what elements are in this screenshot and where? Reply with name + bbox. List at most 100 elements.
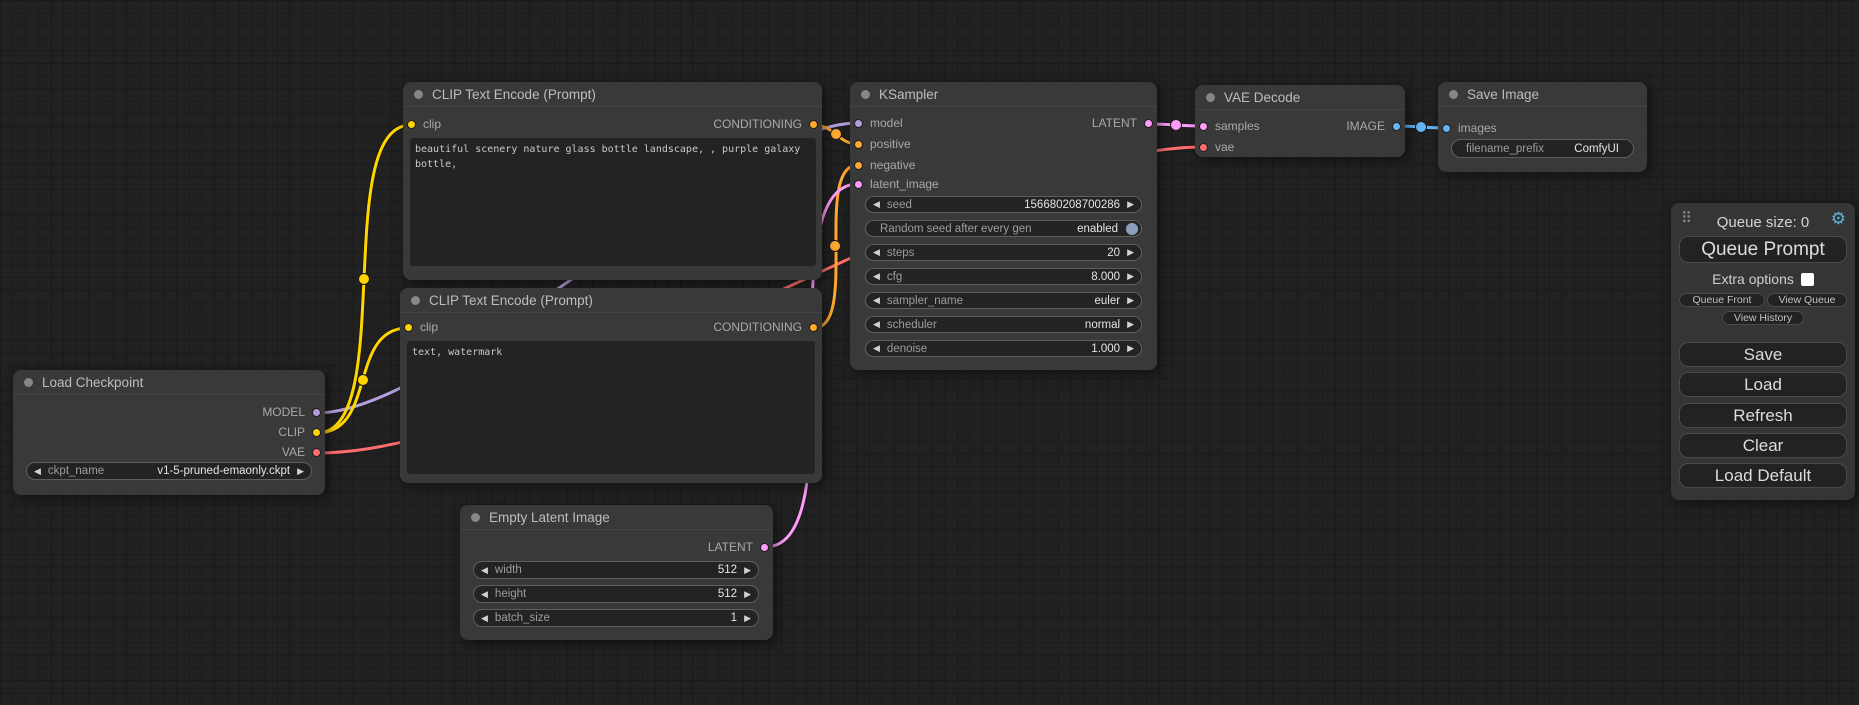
decrement-arrow-icon[interactable]: ◀ <box>873 320 880 329</box>
node-load-checkpoint[interactable]: Load Checkpoint MODEL CLIP VAE ◀ ckpt_na… <box>13 370 325 495</box>
conditioning-slot-dot[interactable] <box>809 120 818 129</box>
widget-label: filename_prefix <box>1466 143 1544 155</box>
decrement-arrow-icon[interactable]: ◀ <box>481 566 488 575</box>
latent-slot-dot[interactable] <box>1199 122 1208 131</box>
random-seed-toggle-widget[interactable]: Random seed after every gen enabled <box>865 220 1142 237</box>
queue-prompt-button[interactable]: Queue Prompt <box>1679 236 1847 263</box>
node-clip-text-encode-negative[interactable]: CLIP Text Encode (Prompt) clip CONDITION… <box>400 288 822 483</box>
load-button[interactable]: Load <box>1679 372 1847 397</box>
widget-value: 156680208700286 <box>1024 199 1120 211</box>
widget-label: seed <box>887 199 912 211</box>
batch-size-widget[interactable]: ◀ batch_size 1 ▶ <box>473 609 759 627</box>
conditioning-slot-dot[interactable] <box>809 323 818 332</box>
ckpt-name-widget[interactable]: ◀ ckpt_name v1-5-pruned-emaonly.ckpt ▶ <box>26 462 312 480</box>
collapse-dot-icon[interactable] <box>1206 93 1215 102</box>
input-slot-label: vae <box>1215 140 1234 154</box>
clip-slot-dot[interactable] <box>407 120 416 129</box>
vae-slot-dot[interactable] <box>1199 143 1208 152</box>
seed-widget[interactable]: ◀ seed 156680208700286 ▶ <box>865 196 1142 213</box>
node-empty-latent-image[interactable]: Empty Latent Image LATENT ◀ width 512 ▶ … <box>460 505 773 640</box>
node-clip-text-encode-positive[interactable]: CLIP Text Encode (Prompt) clip CONDITION… <box>403 82 822 280</box>
node-header[interactable]: KSampler <box>850 82 1157 107</box>
toggle-circle-icon[interactable] <box>1125 222 1139 236</box>
scheduler-widget[interactable]: ◀ scheduler normal ▶ <box>865 316 1142 333</box>
save-button[interactable]: Save <box>1679 342 1847 367</box>
decrement-arrow-icon[interactable]: ◀ <box>873 296 880 305</box>
latent-slot-dot[interactable] <box>854 180 863 189</box>
decrement-arrow-icon[interactable]: ◀ <box>481 590 488 599</box>
widget-value: enabled <box>1077 223 1118 235</box>
queue-panel[interactable]: ⠿ Queue size: 0 ⚙ Queue Prompt Extra opt… <box>1671 203 1855 500</box>
increment-arrow-icon[interactable]: ▶ <box>1127 320 1134 329</box>
increment-arrow-icon[interactable]: ▶ <box>1127 248 1134 257</box>
node-header[interactable]: Save Image <box>1438 82 1647 107</box>
decrement-arrow-icon[interactable]: ◀ <box>873 344 880 353</box>
increment-arrow-icon[interactable]: ▶ <box>1127 344 1134 353</box>
node-ksampler[interactable]: KSampler model positive negative latent_… <box>850 82 1157 370</box>
node-header[interactable]: Empty Latent Image <box>460 505 773 530</box>
settings-gear-icon[interactable]: ⚙ <box>1831 210 1846 227</box>
queue-front-button[interactable]: Queue Front <box>1679 293 1765 307</box>
model-slot-dot[interactable] <box>312 408 321 417</box>
image-slot-dot[interactable] <box>1442 124 1451 133</box>
collapse-dot-icon[interactable] <box>1449 90 1458 99</box>
conditioning-slot-dot[interactable] <box>854 140 863 149</box>
image-slot-dot[interactable] <box>1392 122 1401 131</box>
filename-prefix-widget[interactable]: filename_prefix ComfyUI <box>1451 139 1634 158</box>
node-header[interactable]: CLIP Text Encode (Prompt) <box>400 288 822 313</box>
collapse-dot-icon[interactable] <box>24 378 33 387</box>
widget-label: batch_size <box>495 612 550 624</box>
output-slot-latent: LATENT <box>1092 114 1153 132</box>
model-slot-dot[interactable] <box>854 119 863 128</box>
decrement-arrow-icon[interactable]: ◀ <box>481 614 488 623</box>
increment-arrow-icon[interactable]: ▶ <box>744 590 751 599</box>
conditioning-slot-dot[interactable] <box>854 161 863 170</box>
collapse-dot-icon[interactable] <box>414 90 423 99</box>
node-title: CLIP Text Encode (Prompt) <box>429 293 593 308</box>
view-history-button[interactable]: View History <box>1722 311 1804 325</box>
sampler-name-widget[interactable]: ◀ sampler_name euler ▶ <box>865 292 1142 309</box>
collapse-dot-icon[interactable] <box>471 513 480 522</box>
refresh-button[interactable]: Refresh <box>1679 403 1847 428</box>
increment-arrow-icon[interactable]: ▶ <box>297 467 304 476</box>
latent-slot-dot[interactable] <box>1144 119 1153 128</box>
increment-arrow-icon[interactable]: ▶ <box>744 614 751 623</box>
width-widget[interactable]: ◀ width 512 ▶ <box>473 561 759 579</box>
node-header[interactable]: VAE Decode <box>1195 85 1405 110</box>
decrement-arrow-icon[interactable]: ◀ <box>873 200 880 209</box>
node-title: CLIP Text Encode (Prompt) <box>432 87 596 102</box>
prompt-textarea[interactable]: text, watermark <box>407 341 815 474</box>
extra-options-checkbox[interactable] <box>1801 273 1814 286</box>
node-header[interactable]: CLIP Text Encode (Prompt) <box>403 82 822 107</box>
denoise-widget[interactable]: ◀ denoise 1.000 ▶ <box>865 340 1142 357</box>
decrement-arrow-icon[interactable]: ◀ <box>34 467 41 476</box>
cfg-widget[interactable]: ◀ cfg 8.000 ▶ <box>865 268 1142 285</box>
node-save-image[interactable]: Save Image images filename_prefix ComfyU… <box>1438 82 1647 172</box>
prompt-textarea[interactable]: beautiful scenery nature glass bottle la… <box>410 138 816 266</box>
collapse-dot-icon[interactable] <box>861 90 870 99</box>
output-slot-label: VAE <box>282 445 305 459</box>
load-default-button[interactable]: Load Default <box>1679 463 1847 488</box>
latent-slot-dot[interactable] <box>760 543 769 552</box>
clear-button[interactable]: Clear <box>1679 433 1847 458</box>
vae-slot-dot[interactable] <box>312 448 321 457</box>
collapse-dot-icon[interactable] <box>411 296 420 305</box>
increment-arrow-icon[interactable]: ▶ <box>744 566 751 575</box>
decrement-arrow-icon[interactable]: ◀ <box>873 248 880 257</box>
input-slot-label: samples <box>1215 119 1260 133</box>
node-header[interactable]: Load Checkpoint <box>13 370 325 395</box>
node-title: Save Image <box>1467 87 1539 102</box>
height-widget[interactable]: ◀ height 512 ▶ <box>473 585 759 603</box>
node-graph-canvas[interactable]: Load Checkpoint MODEL CLIP VAE ◀ ckpt_na… <box>0 0 1859 705</box>
increment-arrow-icon[interactable]: ▶ <box>1127 200 1134 209</box>
view-queue-button[interactable]: View Queue <box>1767 293 1847 307</box>
steps-widget[interactable]: ◀ steps 20 ▶ <box>865 244 1142 261</box>
node-vae-decode[interactable]: VAE Decode samples vae IMAGE <box>1195 85 1405 157</box>
increment-arrow-icon[interactable]: ▶ <box>1127 296 1134 305</box>
clip-slot-dot[interactable] <box>404 323 413 332</box>
increment-arrow-icon[interactable]: ▶ <box>1127 272 1134 281</box>
drag-handle-icon[interactable]: ⠿ <box>1681 211 1691 226</box>
clip-slot-dot[interactable] <box>312 428 321 437</box>
decrement-arrow-icon[interactable]: ◀ <box>873 272 880 281</box>
input-slot-clip: clip <box>404 318 438 336</box>
